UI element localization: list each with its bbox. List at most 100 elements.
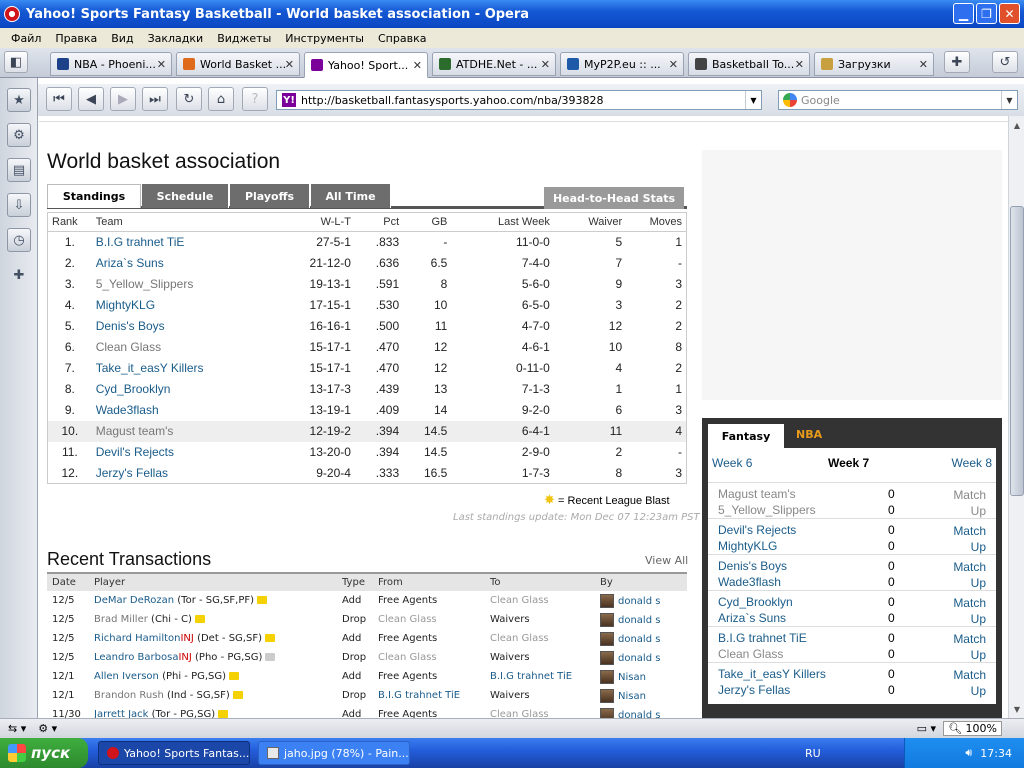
tx-from[interactable]: Clean Glass xyxy=(373,610,485,629)
bookmarks-panel-icon[interactable]: ★ xyxy=(7,88,31,112)
tab-all-time[interactable]: All Time xyxy=(311,184,391,208)
page-scrollbar[interactable]: ▲ ▼ xyxy=(1008,116,1024,718)
manager-link[interactable]: donald s xyxy=(618,710,660,719)
tab-fantasy[interactable]: Fantasy xyxy=(708,424,784,448)
tab-close-icon[interactable]: ✕ xyxy=(919,58,928,71)
matchup-team1[interactable]: Denis's Boys xyxy=(718,559,787,573)
team-link[interactable]: 5_Yellow_Slippers xyxy=(92,274,279,295)
team-link[interactable]: B.I.G trahnet TiE xyxy=(92,232,279,253)
match-up-link[interactable]: Up xyxy=(971,684,986,698)
taskbar-item-paint[interactable]: jaho.jpg (78%) - Pain... xyxy=(258,741,410,765)
tab-schedule[interactable]: Schedule xyxy=(142,184,229,208)
manager-link[interactable]: Nisan xyxy=(618,672,646,683)
tx-to[interactable]: Clean Glass xyxy=(485,705,595,718)
matchup-team2[interactable]: Jerzy's Fellas xyxy=(718,683,790,697)
history-panel-icon[interactable]: ◷ xyxy=(7,228,31,252)
match-up-link[interactable]: Match xyxy=(953,596,986,610)
menu-tools[interactable]: Инструменты xyxy=(278,32,371,45)
player-note-icon[interactable] xyxy=(218,710,229,718)
tx-from[interactable]: B.I.G trahnet TiE xyxy=(373,686,485,705)
tab-close-icon[interactable]: ✕ xyxy=(795,58,804,71)
menu-file[interactable]: Файл xyxy=(4,32,48,45)
widgets-panel-icon[interactable]: ⚙ xyxy=(7,123,31,147)
head-to-head-stats-button[interactable]: Head-to-Head Stats xyxy=(544,187,684,209)
player-note-icon[interactable] xyxy=(229,672,240,680)
address-bar[interactable]: Y! http://basketball.fantasysports.yahoo… xyxy=(276,90,762,110)
panel-settings-icon[interactable]: ⇆ ▾ xyxy=(8,722,26,735)
matchup-team2[interactable]: Ariza`s Suns xyxy=(718,611,786,625)
tab-close-icon[interactable]: ✕ xyxy=(541,58,550,71)
tab-nba[interactable]: NBA xyxy=(796,428,822,441)
reload-button[interactable]: ↻ xyxy=(176,87,202,111)
home-button[interactable]: ⌂ xyxy=(208,87,234,111)
forward-button[interactable]: ▶ xyxy=(110,87,136,111)
language-indicator[interactable]: RU xyxy=(805,747,821,760)
player-link[interactable]: Allen Iverson xyxy=(94,671,159,682)
downloads-panel-icon[interactable]: ⇩ xyxy=(7,193,31,217)
browser-tab[interactable]: ATDHE.Net - ... ✕ xyxy=(432,52,556,76)
team-link[interactable]: Take_it_easY Killers xyxy=(92,358,279,379)
security-info-button[interactable]: ? xyxy=(242,87,268,111)
notes-panel-icon[interactable]: ▤ xyxy=(7,158,31,182)
manager-link[interactable]: donald s xyxy=(618,615,660,626)
team-link[interactable]: Cyd_Brooklyn xyxy=(92,379,279,400)
browser-tab[interactable]: Yahoo! Sport... ✕ xyxy=(304,52,428,78)
match-up-link[interactable]: Match xyxy=(953,632,986,646)
tx-to[interactable]: B.I.G trahnet TiE xyxy=(485,667,595,686)
player-note-icon[interactable] xyxy=(232,691,243,699)
matchup-row[interactable]: Denis's Boys Wade3flash 0 0 Match Up xyxy=(708,554,996,590)
player-note-icon[interactable] xyxy=(194,615,205,623)
new-tab-button[interactable]: ✚ xyxy=(944,51,970,73)
manager-link[interactable]: donald s xyxy=(618,653,660,664)
matchup-team2[interactable]: Clean Glass xyxy=(718,647,783,661)
match-up-link[interactable]: Up xyxy=(971,576,986,590)
browser-tab[interactable]: NBA - Phoeni... ✕ xyxy=(50,52,172,76)
player-link[interactable]: DeMar DeRozan xyxy=(94,595,174,606)
view-all-link[interactable]: View All xyxy=(645,554,688,567)
player-note-icon[interactable] xyxy=(264,634,275,642)
minimize-button[interactable]: ▁ xyxy=(953,3,974,24)
team-link[interactable]: Ariza`s Suns xyxy=(92,253,279,274)
matchup-team2[interactable]: MightyKLG xyxy=(718,539,777,553)
manager-link[interactable]: donald s xyxy=(618,596,660,607)
tab-close-icon[interactable]: ✕ xyxy=(285,58,294,71)
manager-link[interactable]: donald s xyxy=(618,634,660,645)
matchup-team1[interactable]: Magust team's xyxy=(718,487,796,501)
scroll-down-icon[interactable]: ▼ xyxy=(1010,702,1024,716)
browser-tab[interactable]: World Basket ... ✕ xyxy=(176,52,300,76)
search-input[interactable]: Google ▼ xyxy=(778,90,1018,110)
start-button[interactable]: пуск xyxy=(0,738,88,768)
tab-playoffs[interactable]: Playoffs xyxy=(230,184,310,208)
tx-to[interactable]: Clean Glass xyxy=(485,591,595,610)
match-up-link[interactable]: Up xyxy=(971,612,986,626)
tab-standings[interactable]: Standings xyxy=(47,184,141,208)
team-link[interactable]: Clean Glass xyxy=(92,337,279,358)
page-view-icon[interactable]: ▭ ▾ xyxy=(917,722,936,735)
status-settings-icon[interactable]: ⚙ ▾ xyxy=(38,722,57,735)
matchup-team1[interactable]: B.I.G trahnet TiE xyxy=(718,631,807,645)
tx-to[interactable]: Clean Glass xyxy=(485,629,595,648)
player-link[interactable]: Richard Hamilton xyxy=(94,633,180,644)
player-link[interactable]: Jarrett Jack xyxy=(94,709,148,718)
player-note-icon[interactable] xyxy=(265,653,276,661)
manager-link[interactable]: Nisan xyxy=(618,691,646,702)
match-up-link[interactable]: Up xyxy=(971,648,986,662)
trash-closed-tabs-button[interactable]: ↺ xyxy=(992,51,1018,73)
matchup-team1[interactable]: Cyd_Brooklyn xyxy=(718,595,793,609)
rewind-button[interactable]: ⏮ xyxy=(46,87,72,111)
match-up-link[interactable]: Up xyxy=(971,504,986,518)
matchup-row[interactable]: Cyd_Brooklyn Ariza`s Suns 0 0 Match Up xyxy=(708,590,996,626)
match-up-link[interactable]: Up xyxy=(971,540,986,554)
menu-edit[interactable]: Правка xyxy=(48,32,104,45)
team-link[interactable]: Wade3flash xyxy=(92,400,279,421)
menu-bookmarks[interactable]: Закладки xyxy=(141,32,211,45)
close-window-button[interactable]: ✕ xyxy=(999,3,1020,24)
scroll-thumb[interactable] xyxy=(1010,206,1024,496)
search-dropdown-icon[interactable]: ▼ xyxy=(1001,91,1017,109)
matchup-team1[interactable]: Devil's Rejects xyxy=(718,523,796,537)
panel-toggle-button[interactable]: ◧ xyxy=(4,51,28,73)
match-up-link[interactable]: Match xyxy=(953,524,986,538)
match-up-link[interactable]: Match xyxy=(953,668,986,682)
address-dropdown-icon[interactable]: ▼ xyxy=(745,91,761,109)
add-panel-icon[interactable]: ✚ xyxy=(7,263,31,287)
